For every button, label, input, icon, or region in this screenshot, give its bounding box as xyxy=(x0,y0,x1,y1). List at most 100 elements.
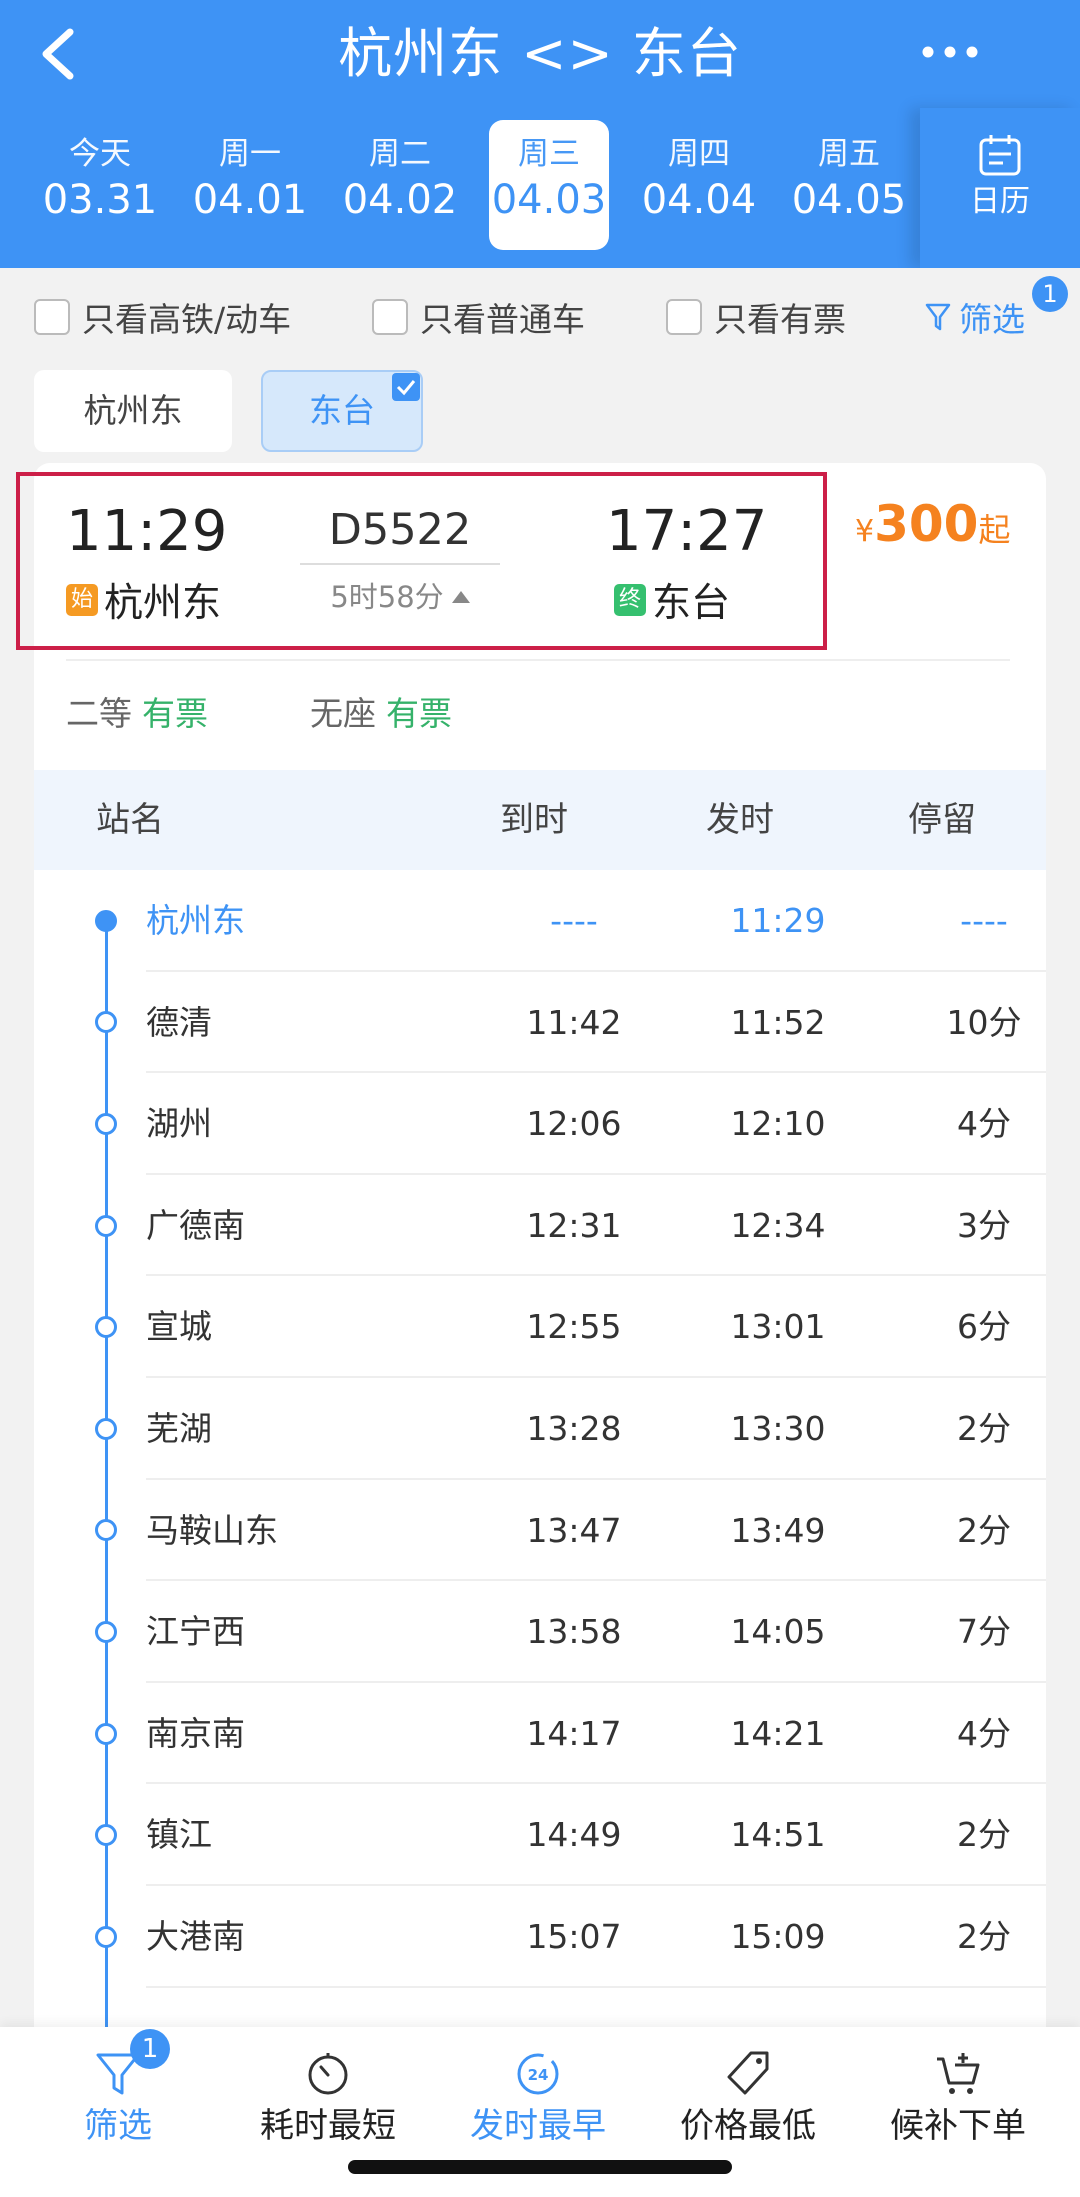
station-name: 大港南 xyxy=(146,1886,245,1987)
price-currency: ¥ xyxy=(855,514,874,549)
route-line xyxy=(105,920,108,2030)
tab-waitlist[interactable]: 候补下单 xyxy=(858,2047,1058,2151)
arrive-time: 14:17 xyxy=(464,1683,684,1784)
stay-duration: 7分 xyxy=(874,1581,1080,1682)
to-station-name: 东台 xyxy=(652,572,730,628)
seat-status: 有票 xyxy=(142,694,208,733)
station-name: 镇江 xyxy=(146,1784,212,1885)
date-value: 04.01 xyxy=(190,174,310,226)
arrival-time: 17:27 xyxy=(606,492,767,572)
depart-time: 11:52 xyxy=(668,972,888,1073)
more-icon[interactable] xyxy=(910,24,990,80)
screen-label: 筛选 xyxy=(959,293,1025,341)
home-indicator[interactable] xyxy=(348,2160,732,2174)
station-name: 江宁西 xyxy=(146,1581,245,1682)
route-stop-dot xyxy=(95,1418,117,1440)
departure-time: 11:29 xyxy=(66,492,227,572)
stay-duration: 2分 xyxy=(874,1378,1080,1479)
duration-toggle[interactable]: 5时58分 xyxy=(300,572,500,622)
screen-button[interactable]: 筛选 xyxy=(925,292,1025,342)
arrive-time: 13:47 xyxy=(464,1480,684,1581)
depart-time: 13:01 xyxy=(668,1276,888,1377)
available-only-label: 只看有票 xyxy=(714,293,846,341)
date-tab[interactable]: 周五04.05 xyxy=(789,120,909,250)
duration-divider xyxy=(300,563,500,565)
station-name: 广德南 xyxy=(146,1175,245,1276)
clock-24-icon: 24 xyxy=(513,2047,563,2099)
header-stay: 停留 xyxy=(908,770,976,870)
depart-time: 12:10 xyxy=(668,1073,888,1174)
stop-table: 杭州东----11:29----德清11:4211:5210分湖州12:0612… xyxy=(34,870,1046,2030)
route-stop-dot xyxy=(95,1926,117,1948)
station-name: 芜湖 xyxy=(146,1378,212,1479)
date-value: 03.31 xyxy=(40,174,160,226)
seat-class-second: 二等有票 xyxy=(66,684,208,744)
date-weekday: 周二 xyxy=(340,134,460,174)
tab-filter[interactable]: 筛选 xyxy=(18,2047,218,2151)
table-row: 南京南14:1714:214分 xyxy=(34,1683,1046,1785)
arrive-time: 12:55 xyxy=(464,1276,684,1377)
card-divider xyxy=(66,659,1010,661)
date-weekday: 周一 xyxy=(190,134,310,174)
tab-shortest[interactable]: 耗时最短 xyxy=(228,2047,428,2151)
depart-time: 12:34 xyxy=(668,1175,888,1276)
arrive-time: 15:07 xyxy=(464,1886,684,1987)
stay-duration: 6分 xyxy=(874,1276,1080,1377)
date-tab[interactable]: 周一04.01 xyxy=(190,120,310,250)
regular-only-checkbox[interactable]: 只看普通车 xyxy=(372,292,585,342)
high-speed-only-label: 只看高铁/动车 xyxy=(82,293,291,341)
date-weekday: 周五 xyxy=(789,134,909,174)
depart-time: 13:30 xyxy=(668,1378,888,1479)
stay-duration: 2分 xyxy=(874,1480,1080,1581)
checkmark-icon xyxy=(392,373,420,401)
date-tab[interactable]: 今天03.31 xyxy=(40,120,160,250)
route-stop-dot xyxy=(95,910,117,932)
date-tab[interactable]: 周三04.03 xyxy=(489,120,609,250)
arrive-time: 13:28 xyxy=(464,1378,684,1479)
date-tab[interactable]: 周二04.02 xyxy=(340,120,460,250)
cart-plus-icon xyxy=(933,2047,983,2099)
available-only-checkbox[interactable]: 只看有票 xyxy=(666,292,846,342)
checkbox-box[interactable] xyxy=(666,299,702,335)
station-name: 马鞍山东 xyxy=(146,1480,278,1581)
header-station: 站名 xyxy=(96,770,164,870)
stay-duration: ---- xyxy=(874,870,1080,971)
from-station: 始 杭州东 xyxy=(66,572,221,628)
route-stop-dot xyxy=(95,1621,117,1643)
checkbox-box[interactable] xyxy=(34,299,70,335)
nav-bar: 杭州东 <> 东台 xyxy=(0,0,1080,108)
tab-earliest-label: 发时最早 xyxy=(438,2101,638,2151)
date-weekday: 周四 xyxy=(639,134,759,174)
depart-time: 14:51 xyxy=(668,1784,888,1885)
tab-cheapest[interactable]: 价格最低 xyxy=(648,2047,848,2151)
date-tab[interactable]: 周四04.04 xyxy=(639,120,759,250)
svg-text:24: 24 xyxy=(528,2066,549,2084)
origin-station-chip[interactable]: 杭州东 xyxy=(34,370,232,452)
arrive-time: 11:42 xyxy=(464,972,684,1073)
regular-only-label: 只看普通车 xyxy=(420,293,585,341)
high-speed-only-checkbox[interactable]: 只看高铁/动车 xyxy=(34,292,291,342)
from-station-name: 杭州东 xyxy=(104,572,221,628)
stay-duration: 4分 xyxy=(874,1073,1080,1174)
table-row: 马鞍山东13:4713:492分 xyxy=(34,1480,1046,1582)
row-divider xyxy=(146,1986,1046,1988)
stay-duration: 4分 xyxy=(874,1683,1080,1784)
stay-duration: 3分 xyxy=(874,1175,1080,1276)
stay-duration: 10分 xyxy=(874,972,1080,1073)
route-stop-dot xyxy=(95,1723,117,1745)
stop-table-header: 站名 到时 发时 停留 xyxy=(34,770,1046,870)
table-row: 湖州12:0612:104分 xyxy=(34,1073,1046,1175)
station-name: 湖州 xyxy=(146,1073,212,1174)
tab-shortest-label: 耗时最短 xyxy=(228,2101,428,2151)
screen-count-badge: 1 xyxy=(1032,276,1068,312)
tab-filter-label: 筛选 xyxy=(18,2101,218,2151)
depart-time: 11:29 xyxy=(668,870,888,971)
table-row: 宣城12:5513:016分 xyxy=(34,1276,1046,1378)
header: 杭州东 <> 东台 今天03.31周一04.01周二04.02周三04.03周四… xyxy=(0,0,1080,268)
tab-earliest[interactable]: 24 发时最早 xyxy=(438,2047,638,2151)
calendar-button[interactable]: 日历 xyxy=(920,108,1080,268)
checkbox-box[interactable] xyxy=(372,299,408,335)
arrive-time: 12:06 xyxy=(464,1073,684,1174)
filter-row: 只看高铁/动车 只看普通车 只看有票 筛选 xyxy=(0,268,1080,368)
station-name: 宣城 xyxy=(146,1276,212,1377)
